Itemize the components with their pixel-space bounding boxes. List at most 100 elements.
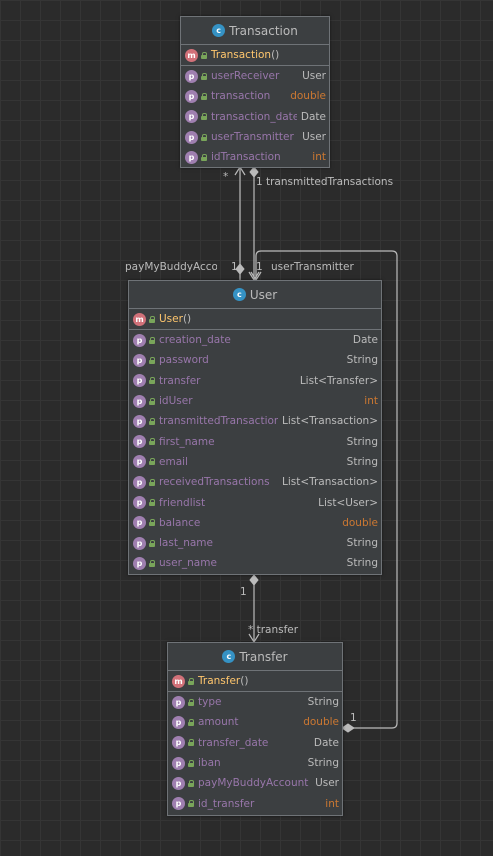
field-row[interactable]: p first_name String	[129, 431, 381, 451]
class-user[interactable]: c User m User() p creation_date Date p passw…	[128, 280, 382, 575]
field-row[interactable]: p transmittedTransactions List<Transaction…	[129, 411, 381, 431]
field-type: String	[346, 435, 378, 448]
public-lock-icon	[149, 539, 155, 547]
field-row[interactable]: p amount double	[168, 712, 342, 732]
field-name: transaction_date	[211, 110, 297, 123]
public-lock-icon	[201, 153, 207, 161]
field-row[interactable]: p idUser int	[129, 391, 381, 411]
property-icon: p	[133, 475, 146, 489]
public-lock-icon	[149, 478, 155, 486]
multiplicity-transaction-one: 1	[256, 176, 263, 188]
field-name: type	[198, 696, 222, 709]
property-icon: p	[133, 455, 146, 469]
field-type: String	[307, 696, 339, 709]
field-type: List<User>	[318, 496, 378, 509]
diamond-transfer	[341, 723, 355, 733]
class-transaction[interactable]: c Transaction m Transaction() p userRecei…	[180, 16, 330, 168]
property-icon: p	[133, 536, 146, 550]
constructor-row[interactable]: m User()	[129, 309, 381, 330]
field-name: idUser	[159, 395, 193, 408]
constructor-parens: ()	[271, 49, 280, 61]
public-lock-icon	[188, 718, 194, 726]
constructor-name: User	[159, 313, 183, 325]
field-name: friendlist	[159, 496, 206, 509]
field-name: iban	[198, 757, 221, 770]
field-row[interactable]: p password String	[129, 350, 381, 370]
class-header: c Transfer	[168, 643, 342, 671]
public-lock-icon	[188, 800, 194, 808]
public-lock-icon	[149, 356, 155, 364]
property-icon: p	[185, 69, 198, 83]
field-row[interactable]: p userReceiver User	[181, 66, 329, 86]
field-list: p userReceiver User p transaction double p tran…	[181, 66, 329, 167]
field-row[interactable]: p last_name String	[129, 533, 381, 553]
field-row[interactable]: p iban String	[168, 753, 342, 773]
field-name: user_name	[159, 557, 217, 570]
field-row[interactable]: p transfer_date Date	[168, 733, 342, 753]
public-lock-icon	[149, 417, 155, 425]
field-row[interactable]: p balance double	[129, 513, 381, 533]
field-name: transfer	[159, 374, 201, 387]
field-row[interactable]: p transfer List<Transfer>	[129, 371, 381, 391]
property-icon: p	[133, 374, 146, 388]
constructor-name: Transaction	[211, 49, 272, 61]
property-icon: p	[185, 110, 198, 124]
field-type: String	[346, 557, 378, 570]
field-row[interactable]: p email String	[129, 452, 381, 472]
public-lock-icon	[201, 133, 207, 141]
field-row[interactable]: p transaction double	[181, 86, 329, 106]
public-lock-icon	[188, 698, 194, 706]
field-type: String	[307, 757, 339, 770]
field-row[interactable]: p id_transfer int	[168, 793, 342, 813]
method-icon: m	[133, 312, 146, 326]
constructor-row[interactable]: m Transaction()	[181, 45, 329, 66]
property-icon: p	[133, 414, 146, 428]
property-icon: p	[172, 776, 185, 790]
field-row[interactable]: p payMyBuddyAccount User	[168, 773, 342, 793]
field-list: p type String p amount double p transfer_date Da…	[168, 692, 342, 814]
field-row[interactable]: p idTransaction int	[181, 147, 329, 167]
property-icon: p	[172, 756, 185, 770]
property-icon: p	[185, 130, 198, 144]
public-lock-icon	[149, 397, 155, 405]
field-row[interactable]: p transaction_date Date	[181, 107, 329, 127]
field-name: transmittedTransactions	[159, 415, 278, 428]
field-row[interactable]: p userTransmitter User	[181, 127, 329, 147]
class-icon: c	[222, 650, 236, 663]
field-type: double	[290, 90, 326, 103]
field-type: int	[325, 797, 339, 810]
role-paymybuddy-account: payMyBuddyAccount	[125, 261, 217, 273]
multiplicity-user-bottom: 1	[240, 586, 247, 598]
field-row[interactable]: p type String	[168, 692, 342, 712]
field-type: User	[302, 131, 326, 144]
field-row[interactable]: p creation_date Date	[129, 330, 381, 350]
field-row[interactable]: p friendlist List<User>	[129, 492, 381, 512]
class-name: Transfer	[239, 649, 288, 664]
field-name: receivedTransactions	[159, 476, 270, 489]
public-lock-icon	[149, 559, 155, 567]
property-icon: p	[133, 516, 146, 530]
field-row[interactable]: p user_name String	[129, 553, 381, 573]
multiplicity-transfer-one: 1	[350, 712, 357, 724]
field-name: id_transfer	[198, 797, 255, 810]
field-type: Date	[313, 736, 339, 749]
field-row[interactable]: p receivedTransactions List<Transaction>	[129, 472, 381, 492]
field-type: Date	[300, 110, 326, 123]
property-icon: p	[185, 150, 198, 164]
field-type: String	[346, 537, 378, 550]
field-name: creation_date	[159, 334, 231, 347]
public-lock-icon	[149, 315, 155, 323]
public-lock-icon	[201, 113, 207, 121]
public-lock-icon	[188, 779, 194, 787]
public-lock-icon	[201, 92, 207, 100]
role-transfer: * transfer	[248, 624, 299, 636]
field-name: balance	[159, 516, 201, 529]
constructor-row[interactable]: m Transfer()	[168, 671, 342, 692]
public-lock-icon	[188, 677, 194, 685]
class-name: Transaction	[229, 23, 298, 38]
field-type: Date	[352, 334, 378, 347]
field-name: password	[159, 354, 209, 367]
class-transfer[interactable]: c Transfer m Transfer() p type String p amou…	[167, 642, 343, 816]
public-lock-icon	[188, 759, 194, 767]
field-type: List<Transaction>	[281, 476, 378, 489]
